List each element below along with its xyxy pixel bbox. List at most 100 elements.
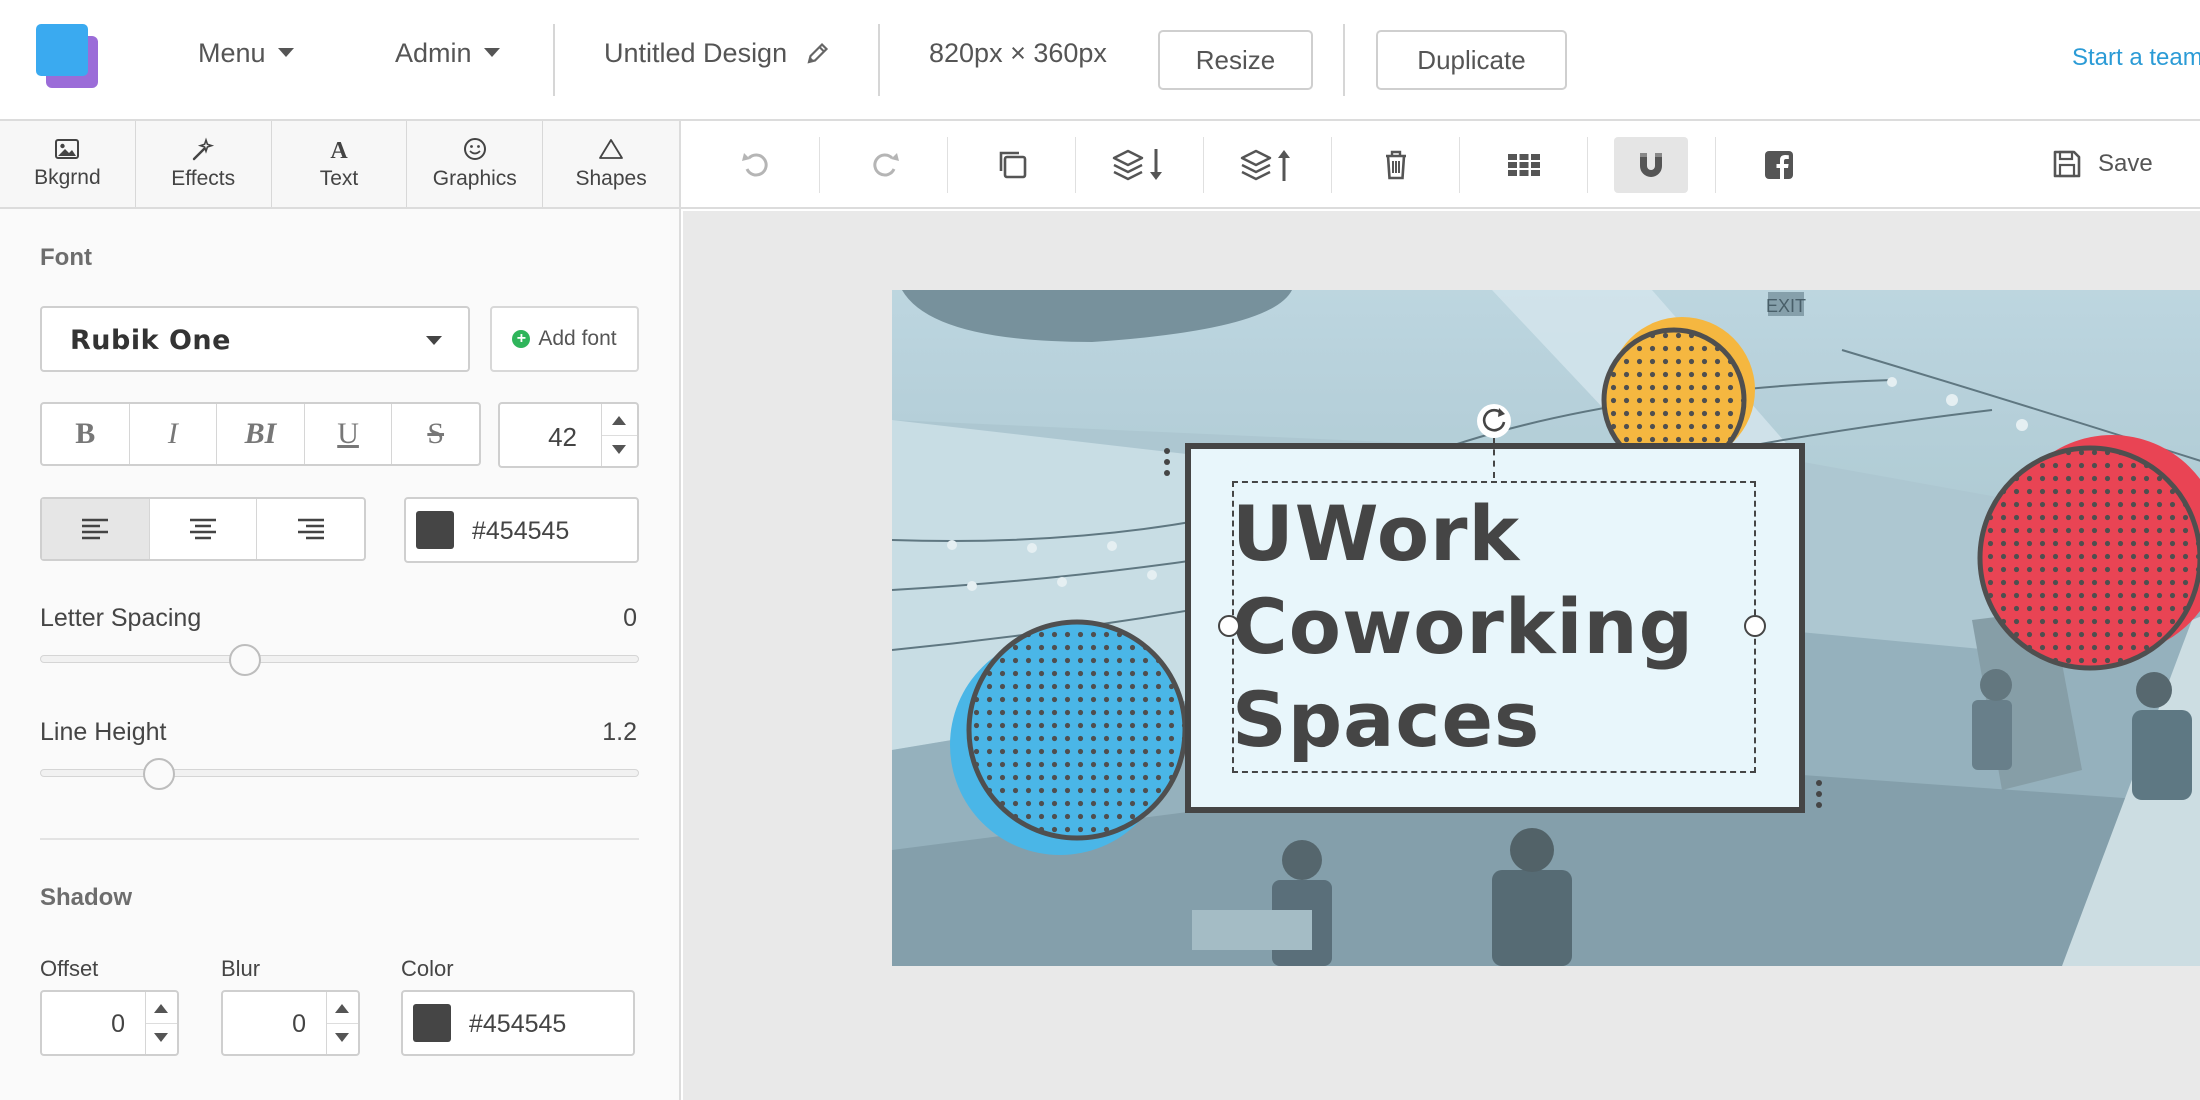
line-height-handle[interactable]	[143, 758, 175, 790]
shadow-color-picker[interactable]: #454545	[401, 990, 635, 1056]
align-center-button[interactable]	[150, 499, 258, 559]
divider	[819, 137, 820, 193]
menu-label: Menu	[198, 38, 266, 68]
divider	[1715, 137, 1716, 193]
rotate-icon[interactable]	[1475, 402, 1513, 440]
floppy-disk-icon	[2053, 150, 2081, 178]
delete-button[interactable]	[1368, 137, 1424, 193]
letter-spacing-value: 0	[623, 604, 637, 632]
bold-button[interactable]: B	[42, 404, 130, 464]
divider	[1343, 24, 1345, 96]
align-left-button[interactable]	[42, 499, 150, 559]
save-label: Save	[2098, 150, 2153, 177]
italic-button[interactable]: I	[130, 404, 218, 464]
grid-button[interactable]	[1496, 137, 1552, 193]
divider	[553, 24, 555, 96]
underline-button[interactable]: U	[305, 404, 393, 464]
drag-handle-dots[interactable]	[1164, 448, 1170, 481]
admin-dropdown[interactable]: Admin	[395, 38, 500, 69]
tab-label: Graphics	[432, 167, 517, 190]
font-section-title: Font	[40, 244, 92, 271]
text-color-picker[interactable]: #454545	[404, 497, 639, 563]
font-family-select[interactable]: Rubik One	[40, 306, 470, 372]
pencil-icon	[807, 42, 828, 64]
title-line: Spaces	[1232, 675, 1541, 764]
text-align-group	[40, 497, 366, 561]
undo-icon	[742, 153, 768, 177]
divider	[1331, 137, 1332, 193]
decrement-icon[interactable]	[612, 445, 626, 454]
send-backward-button[interactable]	[1105, 137, 1175, 193]
design-title-text: Untitled Design	[604, 38, 788, 68]
title-line: Coworking	[1232, 582, 1694, 671]
font-family-value: Rubik One	[70, 325, 231, 356]
tab-effects[interactable]: Effects	[136, 121, 272, 207]
tab-label: Effects	[171, 167, 236, 190]
shadow-color-hex: #454545	[469, 1010, 567, 1038]
align-right-icon	[297, 518, 324, 540]
increment-icon[interactable]	[335, 1004, 349, 1013]
increment-icon[interactable]	[612, 416, 626, 425]
stepper-controls	[601, 404, 637, 466]
add-font-label: Add font	[538, 327, 617, 350]
menu-dropdown[interactable]: Menu	[198, 38, 294, 69]
title-line: UWork	[1232, 489, 1521, 578]
resize-button[interactable]: Resize	[1158, 30, 1313, 90]
font-size-stepper[interactable]: 42	[498, 402, 639, 468]
text-properties-panel: Font Rubik One + Add font B I BI U S 42	[0, 209, 681, 1100]
edit-toolbar: Save	[681, 121, 2200, 209]
tab-label: Text	[319, 167, 359, 190]
shadow-offset-label: Offset	[40, 956, 99, 981]
section-divider	[40, 838, 639, 840]
align-center-icon	[190, 518, 216, 540]
divider	[1459, 137, 1460, 193]
align-right-button[interactable]	[257, 499, 364, 559]
divider	[1203, 137, 1204, 193]
logo-front-square	[36, 24, 88, 76]
image-icon	[55, 139, 80, 159]
design-title-text[interactable]: UWork Coworking Spaces	[1232, 487, 1752, 766]
tab-label: Bkgrnd	[34, 166, 101, 189]
facebook-icon	[1765, 151, 1793, 179]
shadow-offset-stepper[interactable]: 0	[40, 990, 179, 1056]
undo-button[interactable]	[728, 137, 784, 193]
bring-forward-button[interactable]	[1233, 137, 1303, 193]
duplicate-button[interactable]: Duplicate	[1376, 30, 1567, 90]
increment-icon[interactable]	[154, 1004, 168, 1013]
line-height-slider[interactable]	[40, 769, 639, 777]
panel-tabs: Bkgrnd Effects A Text Graphics Shapes	[0, 121, 681, 209]
resize-handle-right[interactable]	[1744, 615, 1766, 637]
snap-magnet-button[interactable]	[1614, 137, 1688, 193]
letter-spacing-handle[interactable]	[229, 644, 261, 676]
strikethrough-button[interactable]: S	[392, 404, 479, 464]
resize-handle-left[interactable]	[1218, 615, 1240, 637]
save-button[interactable]: Save	[2052, 149, 2153, 179]
start-team-link[interactable]: Start a team	[2072, 44, 2200, 72]
copy-button[interactable]	[985, 137, 1041, 193]
stepper-controls	[326, 992, 358, 1054]
text-color-hex: #454545	[472, 517, 570, 545]
tab-shapes[interactable]: Shapes	[543, 121, 679, 207]
facebook-share-button[interactable]	[1751, 137, 1807, 193]
color-swatch	[416, 511, 454, 549]
drag-handle-dots[interactable]	[1816, 780, 1822, 813]
add-font-button[interactable]: + Add font	[490, 306, 639, 372]
tab-text[interactable]: A Text	[272, 121, 408, 207]
shadow-blur-stepper[interactable]: 0	[221, 990, 360, 1056]
layer-up-icon	[1240, 149, 1290, 181]
tab-background[interactable]: Bkgrnd	[0, 121, 136, 207]
tab-graphics[interactable]: Graphics	[407, 121, 544, 207]
letter-spacing-slider[interactable]	[40, 655, 639, 663]
text-icon: A	[330, 138, 348, 161]
text-style-group: B I BI U S	[40, 402, 481, 466]
redo-button[interactable]	[857, 137, 913, 193]
divider	[1075, 137, 1076, 193]
shadow-offset-value: 0	[111, 1010, 125, 1038]
app-logo[interactable]	[36, 24, 100, 90]
design-title[interactable]: Untitled Design	[604, 38, 831, 69]
line-height-label: Line Height	[40, 718, 167, 746]
decrement-icon[interactable]	[154, 1033, 168, 1042]
decrement-icon[interactable]	[335, 1033, 349, 1042]
bold-italic-button[interactable]: BI	[217, 404, 305, 464]
plus-circle-icon: +	[512, 330, 531, 348]
